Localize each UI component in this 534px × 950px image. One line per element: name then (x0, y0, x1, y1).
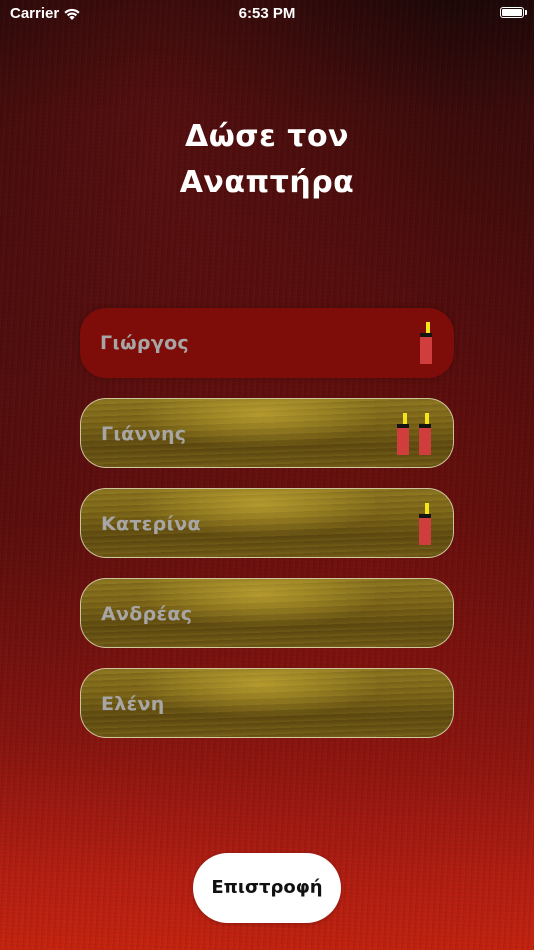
page-title: Δώσε τον Αναπτήρα (0, 114, 534, 206)
status-time: 6:53 PM (238, 5, 296, 22)
player-row[interactable]: Γιάννης (80, 398, 454, 468)
player-list: Γιώργος Γιάννης Κατερίνα Ανδρέας Ελένη (80, 308, 454, 758)
player-name: Γιώργος (100, 332, 189, 354)
player-row[interactable]: Ελένη (80, 668, 454, 738)
back-button[interactable]: Επιστροφή (193, 853, 341, 923)
screen: Carrier 6:53 PM Δώσε τον Αναπτήρα Γιώργο… (0, 0, 534, 950)
lighter-count (420, 322, 432, 364)
lighter-count (419, 503, 431, 545)
lighter-icon (419, 503, 431, 545)
lighter-icon (397, 413, 409, 455)
battery-icon (500, 7, 527, 18)
status-bar: Carrier 6:53 PM (0, 0, 534, 28)
lighter-icon (420, 322, 432, 364)
player-name: Ανδρέας (101, 603, 193, 625)
page-title-line-1: Δώσε τον (185, 119, 349, 154)
player-row[interactable]: Ανδρέας (80, 578, 454, 648)
lighter-icon (419, 413, 431, 455)
player-row[interactable]: Κατερίνα (80, 488, 454, 558)
player-name: Γιάννης (101, 423, 187, 445)
player-name: Ελένη (101, 693, 165, 715)
player-name: Κατερίνα (101, 513, 201, 535)
lighter-count (397, 413, 431, 455)
player-row[interactable]: Γιώργος (80, 308, 454, 378)
page-title-line-2: Αναπτήρα (179, 165, 355, 200)
